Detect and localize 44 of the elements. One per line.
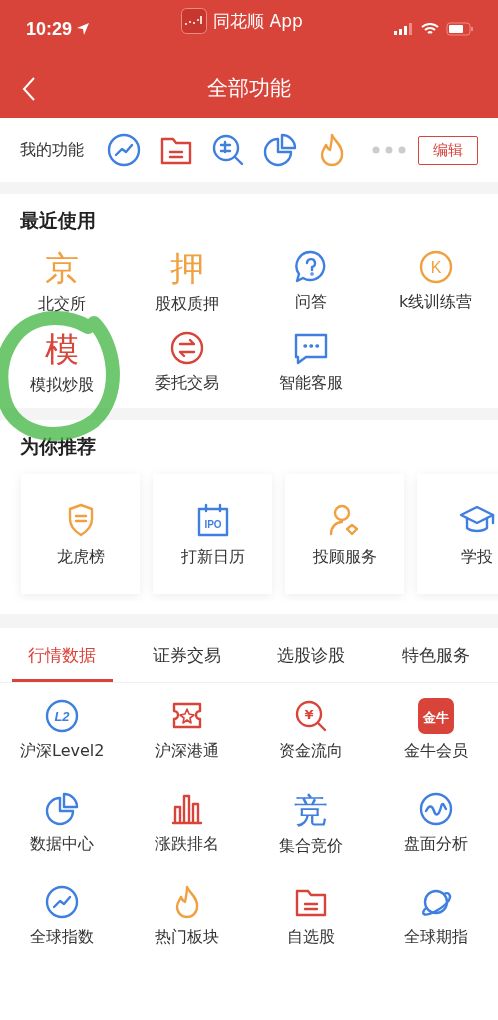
function-item[interactable]: 押 股权质押 — [154, 248, 219, 315]
function-item[interactable]: 数据中心 — [30, 790, 95, 855]
battery-icon — [446, 22, 474, 36]
app-logo-icon — [181, 8, 208, 34]
glyph-icon: 竞 — [294, 790, 329, 830]
function-item[interactable]: 委托交易 — [154, 329, 219, 394]
function-item[interactable]: 全球指数 — [30, 883, 95, 948]
function-item[interactable]: 涨跌排名 — [154, 790, 219, 855]
function-item[interactable]: 问答 — [292, 248, 331, 313]
status-time: 10:29 — [26, 18, 73, 40]
app-name: 同花顺 App — [213, 9, 303, 33]
edit-button[interactable]: 编辑 — [418, 135, 478, 165]
wifi-icon — [421, 22, 439, 36]
more-icon — [372, 146, 406, 154]
function-item[interactable]: 金牛 金牛会员 — [403, 697, 468, 762]
function-item[interactable]: 盘面分析 — [403, 790, 468, 855]
function-item[interactable]: ¥ 资金流向 — [279, 697, 344, 762]
function-item[interactable]: L2 沪深Level2 — [20, 697, 105, 762]
page-title: 全部功能 — [207, 75, 291, 102]
recommend-card[interactable]: 学投 — [417, 474, 498, 594]
glyph-icon: 京 — [45, 248, 80, 288]
recommend-card[interactable]: IPO 打新日历 — [153, 474, 272, 594]
glyph-icon: 押 — [169, 248, 204, 288]
location-arrow-icon — [76, 22, 91, 36]
function-item[interactable]: 竞 集合竞价 — [279, 790, 344, 857]
recommend-card[interactable]: 投顾服务 — [285, 474, 404, 594]
function-item[interactable]: 沪深港通 — [154, 697, 219, 762]
section-title: 为你推荐 — [19, 434, 97, 459]
function-item[interactable]: 热门板块 — [154, 883, 219, 948]
function-item[interactable]: 智能客服 — [279, 329, 344, 394]
function-item[interactable]: 自选股 — [287, 883, 336, 948]
category-tab[interactable]: 选股诊股 — [261, 628, 362, 682]
category-tab[interactable]: 特色服务 — [385, 628, 486, 682]
function-item[interactable]: 模 模拟炒股 — [30, 329, 95, 396]
glyph-icon: 模 — [45, 329, 80, 369]
function-item[interactable]: K k线训练营 — [399, 248, 473, 313]
recommend-card[interactable]: 龙虎榜 — [21, 474, 140, 594]
section-title: 最近使用 — [19, 208, 97, 233]
function-item[interactable]: 京 北交所 — [38, 248, 87, 315]
category-tab[interactable]: 证券交易 — [136, 628, 237, 682]
section-label: 我的功能 — [20, 139, 84, 161]
function-item[interactable]: 全球期指 — [403, 883, 468, 948]
signal-icon — [394, 23, 414, 35]
badge-icon: 金牛 — [416, 697, 455, 735]
